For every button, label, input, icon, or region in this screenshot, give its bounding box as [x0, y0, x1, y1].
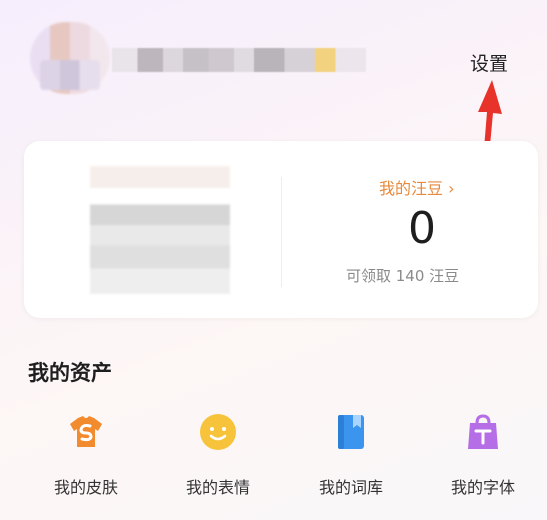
blurred-content [90, 166, 230, 294]
profile-header: 设置 [0, 0, 547, 120]
asset-label: 我的词库 [318, 478, 383, 497]
my-emoji-button[interactable]: 我的表情 [163, 412, 273, 498]
emoji-smile-icon [200, 414, 236, 450]
my-skin-button[interactable]: 我的皮肤 [31, 412, 141, 498]
username-blurred [112, 48, 366, 72]
book-icon [338, 415, 364, 449]
asset-label: 我的字体 [450, 478, 515, 497]
my-wangdou-link[interactable]: 我的汪豆 › [379, 175, 455, 199]
asset-label: 我的表情 [185, 478, 250, 497]
skin-tshirt-icon [70, 416, 102, 447]
assets-section-title: 我的资产 [28, 361, 112, 385]
settings-link[interactable]: 设置 [470, 49, 508, 76]
font-bag-icon [468, 414, 498, 449]
asset-label: 我的皮肤 [53, 478, 118, 497]
avatar[interactable] [30, 22, 110, 94]
my-font-button[interactable]: 我的字体 [428, 412, 538, 498]
my-lexicon-button[interactable]: 我的词库 [296, 412, 406, 498]
claimable-text: 可领取 140 汪豆 [346, 267, 460, 285]
card-divider [281, 177, 282, 287]
wangdou-card: 我的汪豆 › 0 可领取 140 汪豆 [24, 141, 538, 318]
wangdou-count: 0 [408, 203, 436, 254]
